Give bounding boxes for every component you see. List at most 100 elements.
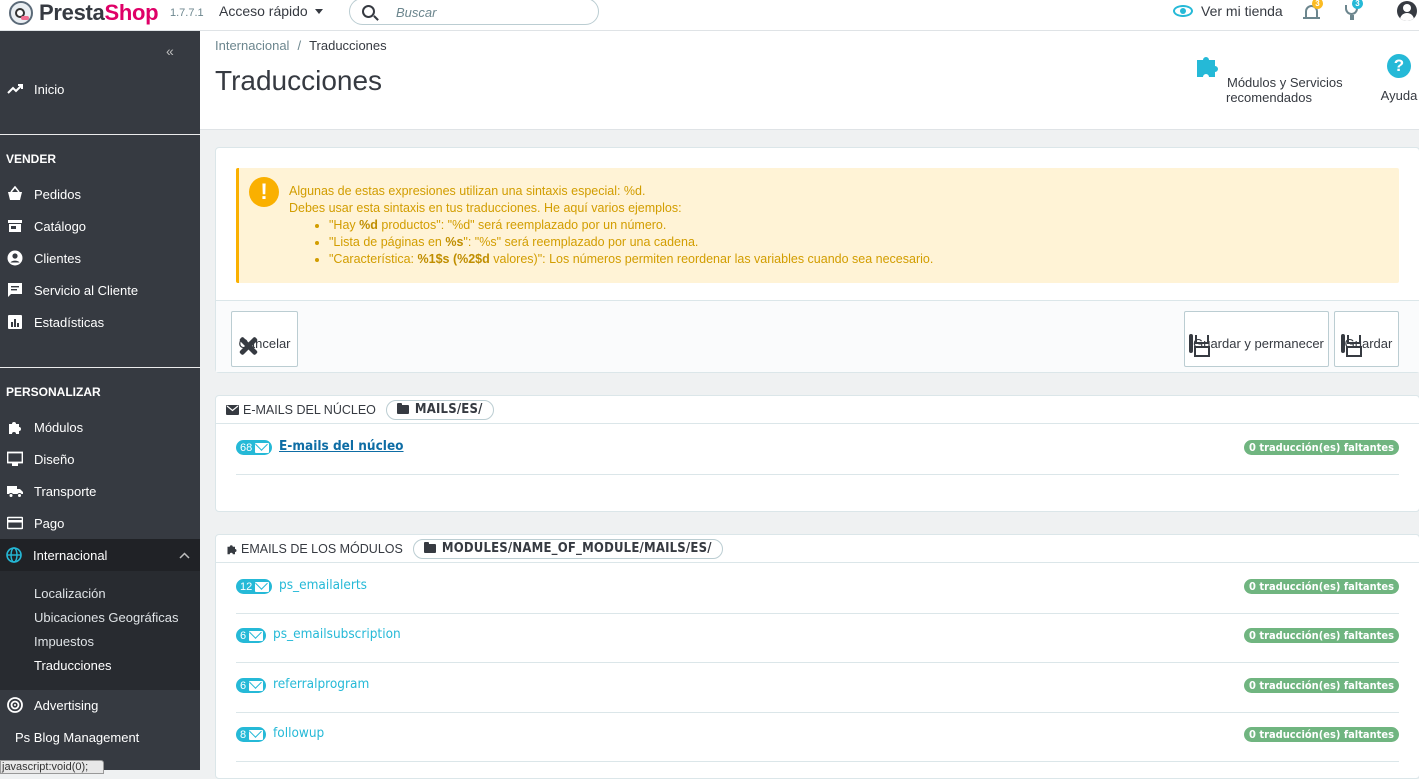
envelope-icon xyxy=(249,729,264,740)
sidebar-subitem-localizacion[interactable]: Localización xyxy=(34,586,106,601)
truck-icon xyxy=(7,486,23,498)
puffin-logo-icon xyxy=(9,1,33,25)
basket-icon xyxy=(8,186,22,200)
list-item: 12 ps_emailalerts 0 traducción(es) falta… xyxy=(236,565,1399,614)
envelope-icon xyxy=(226,404,239,415)
sidebar-item-diseno[interactable]: Diseño xyxy=(0,443,200,475)
missing-translations-badge: 0 traducción(es) faltantes xyxy=(1244,727,1399,742)
cancel-button[interactable]: Cancelar xyxy=(231,311,298,367)
sidebar-item-label: Servicio al Cliente xyxy=(34,282,139,298)
section-title-vender: VENDER xyxy=(6,152,57,166)
notifications-badge: 3 xyxy=(1312,0,1323,9)
search-input[interactable] xyxy=(396,2,586,22)
user-avatar-icon[interactable] xyxy=(1397,1,1417,21)
chat-icon xyxy=(8,283,22,297)
puzzle-icon xyxy=(1197,57,1219,77)
save-and-stay-button[interactable]: Guardar y permanecer xyxy=(1184,311,1329,367)
sidebar-subitem-impuestos[interactable]: Impuestos xyxy=(34,634,94,649)
path-badge: MODULES/NAME_OF_MODULE/MAILS/ES/ xyxy=(412,538,723,559)
page-title: Traducciones xyxy=(215,65,383,96)
sidebar-item-modulos[interactable]: Módulos xyxy=(0,411,200,443)
sidebar-item-catalogo[interactable]: Catálogo xyxy=(0,210,200,242)
sidebar-item-label: Módulos xyxy=(34,419,84,435)
sidebar-subitem-traducciones[interactable]: Traducciones xyxy=(34,658,112,673)
email-group-link[interactable]: followup xyxy=(273,725,324,741)
sidebar-item-ps-blog[interactable]: Ps Blog Management xyxy=(0,721,200,753)
sidebar-item-servicio-cliente[interactable]: Servicio al Cliente xyxy=(0,274,200,306)
prestashop-logo[interactable]: PrestaShop xyxy=(9,0,159,26)
module-emails-card: EMAILS DE LOS MÓDULOS MODULES/NAME_OF_MO… xyxy=(215,534,1419,779)
alert-text: Algunas de estas expresiones utilizan un… xyxy=(289,183,933,268)
sidebar-item-estadisticas[interactable]: Estadísticas xyxy=(0,306,200,338)
sidebar-divider xyxy=(0,134,200,135)
credit-card-icon xyxy=(7,516,23,530)
store-icon xyxy=(8,220,22,232)
path-text: MAILS/ES/ xyxy=(414,402,483,417)
sidebar-item-clientes[interactable]: Clientes xyxy=(0,242,200,274)
eye-icon xyxy=(1173,5,1193,17)
view-store-link[interactable]: Ver mi tienda xyxy=(1173,3,1283,19)
top-bar: PrestaShop 1.7.7.1 Acceso rápido Ver mi … xyxy=(0,0,1419,31)
recommended-modules-button[interactable]: Módulos y Servicios recomendados xyxy=(1170,51,1368,105)
save-and-stay-label: Guardar y permanecer xyxy=(1193,336,1324,351)
email-group-link[interactable]: ps_emailsubscription xyxy=(273,626,401,642)
core-emails-card: E-MAILS DEL NÚCLEO MAILS/ES/ 68 E-mails … xyxy=(215,395,1419,512)
sidebar-item-inicio[interactable]: Inicio xyxy=(0,73,200,105)
example-item: "Característica: %1$s (%2$d valores)": L… xyxy=(329,251,933,268)
quick-access-label: Acceso rápido xyxy=(219,3,308,19)
email-group-link[interactable]: referralprogram xyxy=(273,676,369,692)
sidebar-item-internacional[interactable]: Internacional xyxy=(0,539,200,571)
sidebar-item-label: Ps Blog Management xyxy=(15,729,140,745)
breadcrumb-current: Traducciones xyxy=(309,38,387,53)
search-icon[interactable] xyxy=(362,5,375,18)
save-button[interactable]: Guardar xyxy=(1334,311,1399,367)
trending-up-icon xyxy=(7,84,23,94)
notifications-button[interactable]: 3 xyxy=(1302,0,1323,22)
sidebar: « Inicio VENDER Pedidos Catálogo Cliente… xyxy=(0,31,200,770)
email-group-link[interactable]: ps_emailalerts xyxy=(279,577,367,593)
alert-line: Algunas de estas expresiones utilizan un… xyxy=(289,184,646,198)
warning-icon: ! xyxy=(249,177,279,207)
caret-down-icon xyxy=(314,8,323,14)
email-count-badge: 6 xyxy=(236,628,267,643)
card-header: E-MAILS DEL NÚCLEO MAILS/ES/ xyxy=(216,396,1419,424)
search-box[interactable] xyxy=(349,0,599,25)
translation-panel: ! Algunas de estas expresiones utilizan … xyxy=(215,147,1419,373)
examples-list: "Hay %d productos": "%d" será reemplazad… xyxy=(289,217,933,268)
card-title: E-MAILS DEL NÚCLEO xyxy=(243,402,376,417)
quick-access-dropdown[interactable]: Acceso rápido xyxy=(219,3,323,19)
trophy-badge: 3 xyxy=(1352,0,1363,9)
sidebar-item-pago[interactable]: Pago xyxy=(0,507,200,539)
breadcrumb-separator: / xyxy=(297,38,302,53)
email-group-link[interactable]: E-mails del núcleo xyxy=(279,438,404,454)
chevron-up-icon[interactable] xyxy=(179,552,190,559)
globe-icon xyxy=(6,547,22,563)
collapse-sidebar-icon[interactable]: « xyxy=(166,43,174,59)
sidebar-item-advertising[interactable]: Advertising xyxy=(0,689,200,721)
sidebar-item-pedidos[interactable]: Pedidos xyxy=(0,178,200,210)
logo-text-presta: Presta xyxy=(39,0,105,25)
card-title: EMAILS DE LOS MÓDULOS xyxy=(241,541,403,556)
missing-translations-badge: 0 traducción(es) faltantes xyxy=(1244,628,1399,643)
folder-icon xyxy=(423,542,436,553)
recommended-modules-label: Módulos y Servicios recomendados xyxy=(1226,75,1343,105)
missing-translations-badge: 0 traducción(es) faltantes xyxy=(1244,579,1399,594)
sidebar-item-label: Estadísticas xyxy=(34,314,105,330)
help-button[interactable]: ? Ayuda xyxy=(1379,51,1419,103)
version-label: 1.7.7.1 xyxy=(170,7,204,19)
sidebar-subitem-ubicaciones[interactable]: Ubicaciones Geográficas xyxy=(34,610,179,625)
folder-icon xyxy=(396,403,409,414)
sidebar-item-label: Inicio xyxy=(34,81,65,97)
alert-line: Debes usar esta sintaxis en tus traducci… xyxy=(289,201,682,215)
sidebar-item-label: Pedidos xyxy=(34,186,81,202)
achievements-button[interactable]: 3 xyxy=(1342,0,1363,22)
card-header: EMAILS DE LOS MÓDULOS MODULES/NAME_OF_MO… xyxy=(216,535,1419,563)
sidebar-item-label: Pago xyxy=(34,515,65,531)
sidebar-item-transporte[interactable]: Transporte xyxy=(0,475,200,507)
account-circle-icon xyxy=(7,250,23,266)
target-icon xyxy=(7,697,23,713)
email-count-badge: 6 xyxy=(236,678,267,693)
view-store-label: Ver mi tienda xyxy=(1201,3,1283,19)
puzzle-icon xyxy=(9,422,21,434)
breadcrumb-parent[interactable]: Internacional xyxy=(215,38,289,53)
